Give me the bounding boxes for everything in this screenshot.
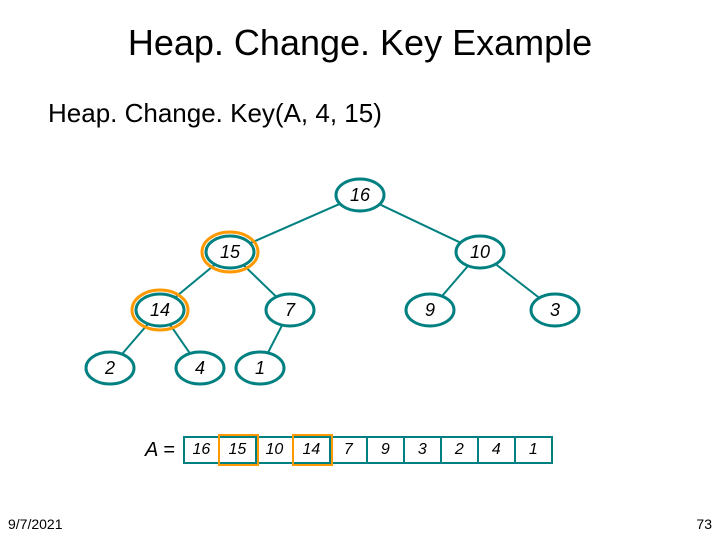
- tree-edge: [496, 264, 540, 298]
- array-cell: 14: [294, 436, 331, 464]
- tree-edge: [250, 204, 340, 243]
- array-box: 16151014793241: [183, 436, 553, 464]
- array-cell: 10: [257, 436, 294, 464]
- array-cell: 3: [405, 436, 442, 464]
- tree-edge: [175, 264, 215, 297]
- node-value: 15: [220, 242, 241, 262]
- tree-edge: [244, 265, 277, 297]
- tree-node: 2: [86, 352, 134, 384]
- array-cell: 4: [479, 436, 516, 464]
- tree-node: 3: [531, 294, 579, 326]
- node-value: 1: [255, 358, 265, 378]
- tree-node: 7: [266, 294, 314, 326]
- array-cell: 15: [220, 436, 257, 464]
- array-cell: 9: [368, 436, 405, 464]
- array-label: A =: [145, 439, 175, 462]
- tree-node: 15: [202, 232, 258, 272]
- array-row: A = 16151014793241: [145, 436, 553, 464]
- tree-node: 1: [236, 352, 284, 384]
- node-value: 16: [350, 185, 371, 205]
- node-value: 2: [104, 358, 115, 378]
- tree-edge: [122, 324, 148, 354]
- array-cell: 16: [183, 436, 220, 464]
- slide-number: 73: [696, 516, 712, 532]
- tree-edge: [380, 204, 461, 242]
- array-cell: 7: [331, 436, 368, 464]
- node-value: 4: [195, 358, 205, 378]
- tree-node: 10: [456, 236, 504, 268]
- tree-node: 4: [176, 352, 224, 384]
- array-cell: 1: [516, 436, 553, 464]
- array-cell: 2: [442, 436, 479, 464]
- tree-edge: [442, 266, 468, 296]
- node-value: 7: [285, 300, 296, 320]
- node-value: 10: [470, 242, 490, 262]
- node-value: 3: [550, 300, 560, 320]
- tree-edge: [268, 325, 282, 353]
- tree-node: 14: [132, 290, 188, 330]
- slide-date: 9/7/2021: [8, 516, 63, 532]
- node-value: 9: [425, 300, 435, 320]
- tree-node: 9: [406, 294, 454, 326]
- node-value: 14: [150, 300, 170, 320]
- tree-node: 16: [336, 179, 384, 211]
